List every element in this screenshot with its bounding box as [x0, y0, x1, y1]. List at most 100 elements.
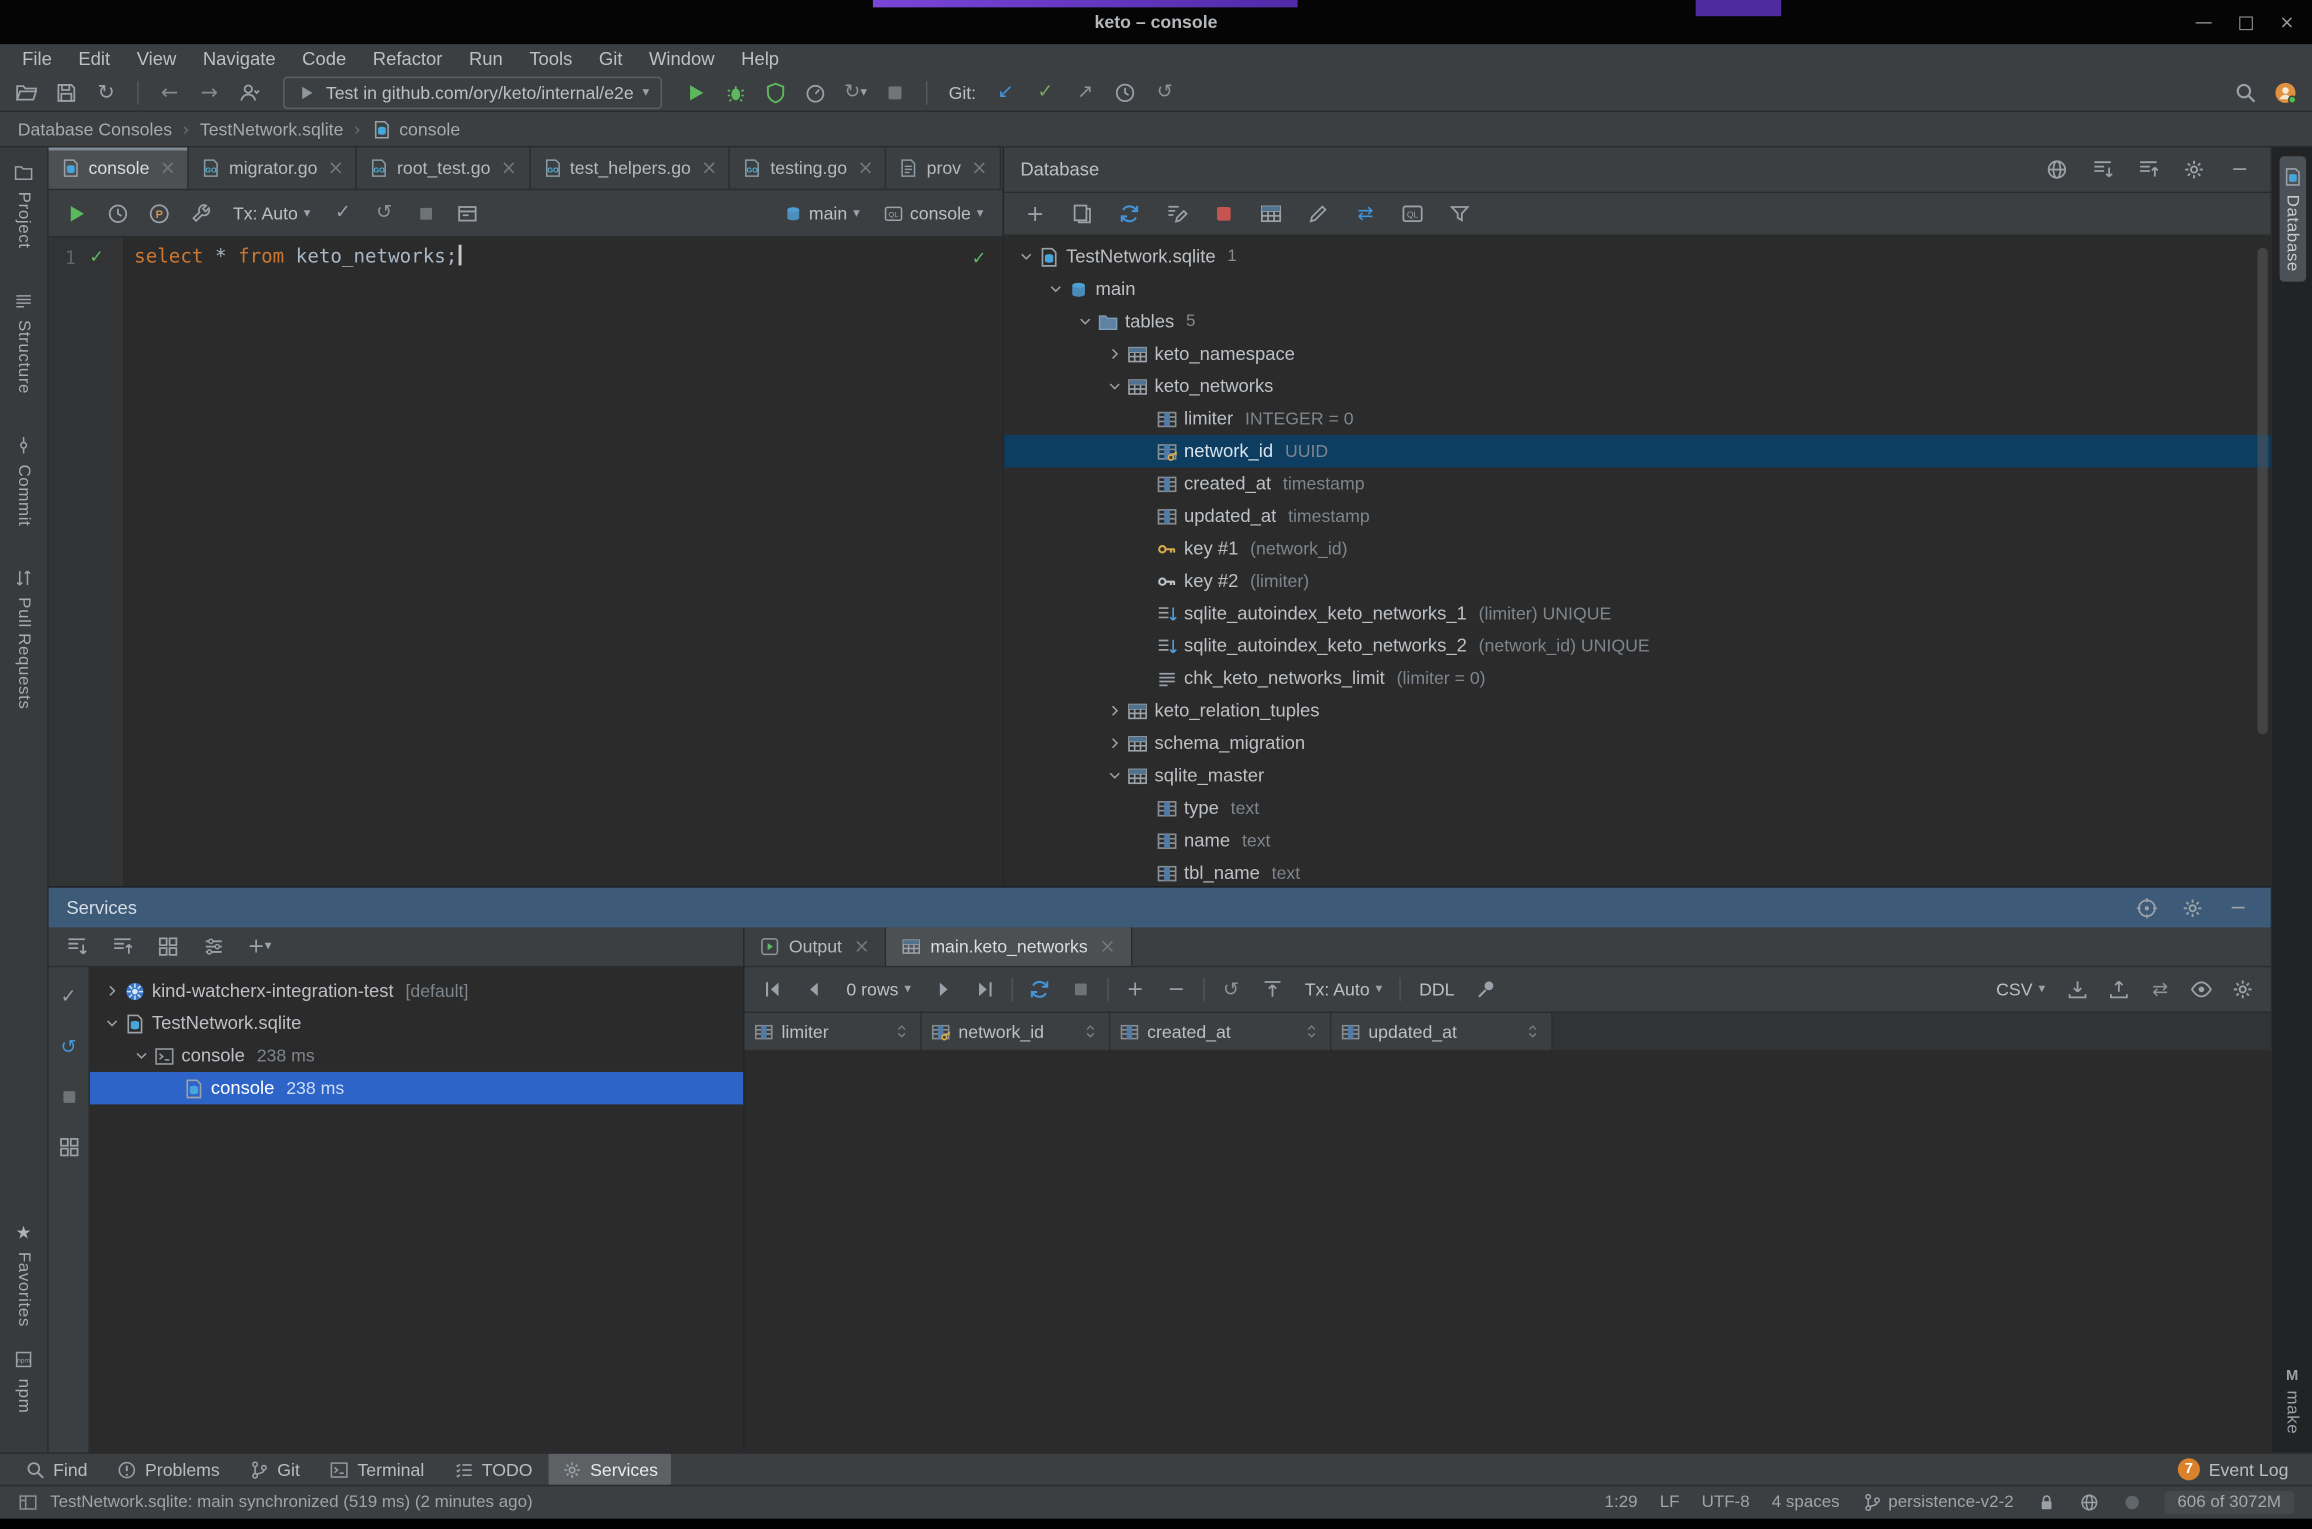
memory-indicator[interactable]: 606 of 3072M [2164, 1490, 2295, 1515]
chevron-down-icon[interactable] [1101, 375, 1126, 397]
expand-all-icon[interactable] [2088, 155, 2117, 184]
db-tree-row-key-1[interactable]: key #1 (network_id) [1004, 532, 2271, 564]
rows-pager-select[interactable]: 0 rows ▾ [840, 979, 916, 1000]
query-console-icon[interactable]: QL [1398, 199, 1427, 228]
editor-tab-testing-go[interactable]: GO testing.go × [731, 147, 887, 189]
rollback-icon[interactable]: ↺ [369, 198, 398, 227]
reload-icon[interactable] [1025, 975, 1054, 1004]
menu-git[interactable]: Git [586, 49, 636, 70]
sort-icon[interactable] [1081, 1022, 1100, 1041]
check-icon[interactable]: ✓ [54, 982, 83, 1011]
close-icon[interactable]: × [2279, 13, 2294, 31]
tab-close-icon[interactable]: × [160, 157, 176, 179]
editor-tab-console[interactable]: console × [48, 147, 190, 189]
export-format-select[interactable]: CSV ▾ [1990, 979, 2051, 1000]
toolwindow-project-button[interactable]: Project [13, 162, 34, 249]
next-icon[interactable] [929, 975, 958, 1004]
db-tree-row-keto-networks[interactable]: keto_networks [1004, 370, 2271, 402]
chevron-down-icon[interactable] [1013, 246, 1038, 268]
tab-close-icon[interactable]: × [501, 157, 517, 179]
tab-close-icon[interactable]: × [701, 157, 717, 179]
editor-tab-prov[interactable]: prov × [887, 147, 1001, 189]
db-tree-row-type[interactable]: type text [1004, 792, 2271, 824]
web-icon[interactable] [2042, 155, 2071, 184]
globe-icon[interactable] [2079, 1492, 2100, 1513]
stop-gray2-icon[interactable] [1066, 975, 1095, 1004]
commit-icon[interactable]: ✓ [1031, 77, 1060, 106]
indent-style[interactable]: 4 spaces [1772, 1494, 1840, 1512]
menu-run[interactable]: Run [456, 49, 516, 70]
pin-icon[interactable] [1472, 975, 1501, 1004]
menu-code[interactable]: Code [289, 49, 360, 70]
menu-window[interactable]: Window [636, 49, 728, 70]
output-tab-output[interactable]: Output × [745, 927, 887, 966]
db-tree-row-updated-at[interactable]: updated_at timestamp [1004, 500, 2271, 532]
prev-icon[interactable] [799, 975, 828, 1004]
add-row-icon[interactable]: + [1120, 975, 1149, 1004]
editor-tab-migrator-go[interactable]: GO migrator.go × [189, 147, 358, 189]
toolwindow-terminal-button[interactable]: Terminal [316, 1454, 437, 1485]
hide-icon[interactable]: − [2225, 155, 2254, 184]
last-icon[interactable] [970, 975, 999, 1004]
caret-position[interactable]: 1:29 [1605, 1494, 1638, 1512]
ddl-button[interactable]: DDL [1413, 979, 1460, 1000]
chevron-right-icon[interactable] [1101, 732, 1126, 754]
menu-refactor[interactable]: Refactor [360, 49, 456, 70]
db-tree-row-tbl-name[interactable]: tbl_name text [1004, 857, 2271, 886]
grid-column-updated-at[interactable]: updated_at [1331, 1012, 1553, 1050]
maximize-icon[interactable]: □ [2238, 13, 2255, 31]
breadcrumb-database-consoles[interactable]: Database Consoles [18, 119, 172, 140]
hide-icon[interactable]: − [2224, 893, 2253, 922]
add-icon[interactable]: + [1020, 199, 1049, 228]
layout-icon[interactable] [18, 1492, 39, 1513]
back-icon[interactable]: ← [155, 77, 184, 106]
services-tree-row-kind-watcherx-integration-test[interactable]: kind-watcherx-integration-test [default] [90, 975, 743, 1007]
grid-icon[interactable] [54, 1132, 83, 1161]
db-tree-row-sqlite-autoindex-keto-networks-2[interactable]: sqlite_autoindex_keto_networks_2 (network… [1004, 630, 2271, 662]
rollback-blue-icon[interactable]: ↺ [54, 1032, 83, 1061]
services-tree-row-testnetwork-sqlite[interactable]: TestNetwork.sqlite [90, 1007, 743, 1039]
tab-close-icon[interactable]: × [971, 157, 987, 179]
expand-all-icon[interactable] [62, 932, 91, 961]
toolwindow-git-button[interactable]: Git [236, 1454, 313, 1485]
menu-help[interactable]: Help [728, 49, 792, 70]
group-icon[interactable] [153, 932, 182, 961]
history-icon[interactable] [1110, 77, 1139, 106]
session-select[interactable]: QL console ▾ [877, 203, 989, 223]
tab-close-icon[interactable]: × [857, 157, 873, 179]
export-icon[interactable] [2104, 975, 2133, 1004]
db-tree-row-network-id[interactable]: network_id UUID [1004, 434, 2271, 468]
push-icon[interactable]: ↗ [1070, 77, 1099, 106]
add-service-icon[interactable]: + ▾ [245, 932, 274, 961]
collapse-all-icon[interactable] [108, 932, 137, 961]
execute-icon[interactable] [62, 198, 91, 227]
history-icon[interactable] [103, 198, 132, 227]
scrollbar[interactable] [2257, 247, 2268, 735]
chevron-down-icon[interactable] [1072, 310, 1097, 332]
gear-icon[interactable] [2178, 893, 2207, 922]
chevron-down-icon[interactable] [1101, 765, 1126, 787]
stop-red-icon[interactable] [1209, 199, 1238, 228]
grid-tx-select[interactable]: Tx: Auto ▾ [1299, 979, 1388, 1000]
toolwindow-npm-button[interactable]: npm npm [13, 1350, 34, 1414]
menu-edit[interactable]: Edit [65, 49, 123, 70]
stop-icon[interactable] [881, 77, 910, 106]
schema-select[interactable]: main ▾ [776, 203, 865, 223]
sync-icon[interactable]: ↻ [91, 77, 120, 106]
data-grid-body[interactable] [744, 1051, 2271, 1453]
grid-column-network-id[interactable]: network_id [921, 1012, 1111, 1050]
chevron-down-icon[interactable] [1042, 278, 1067, 300]
rollback-icon[interactable]: ↺ [1150, 77, 1179, 106]
services-tree-row-console[interactable]: console 238 ms [89, 1071, 744, 1105]
tab-close-icon[interactable]: × [854, 936, 870, 958]
code-area[interactable]: select * from keto_networks; [122, 237, 1002, 886]
db-tree-row-schema-migration[interactable]: schema_migration [1004, 727, 2271, 759]
db-tree-row-main[interactable]: main [1004, 273, 2271, 305]
lock-icon[interactable] [2036, 1492, 2057, 1513]
upload-icon[interactable] [1258, 975, 1287, 1004]
db-tree-row-key-2[interactable]: key #2 (limiter) [1004, 565, 2271, 597]
target-icon[interactable] [2132, 893, 2161, 922]
toolwindow-todo-button[interactable]: TODO [440, 1454, 545, 1485]
db-tree-row-limiter[interactable]: limiter INTEGER = 0 [1004, 403, 2271, 435]
db-tree-row-created-at[interactable]: created_at timestamp [1004, 467, 2271, 499]
